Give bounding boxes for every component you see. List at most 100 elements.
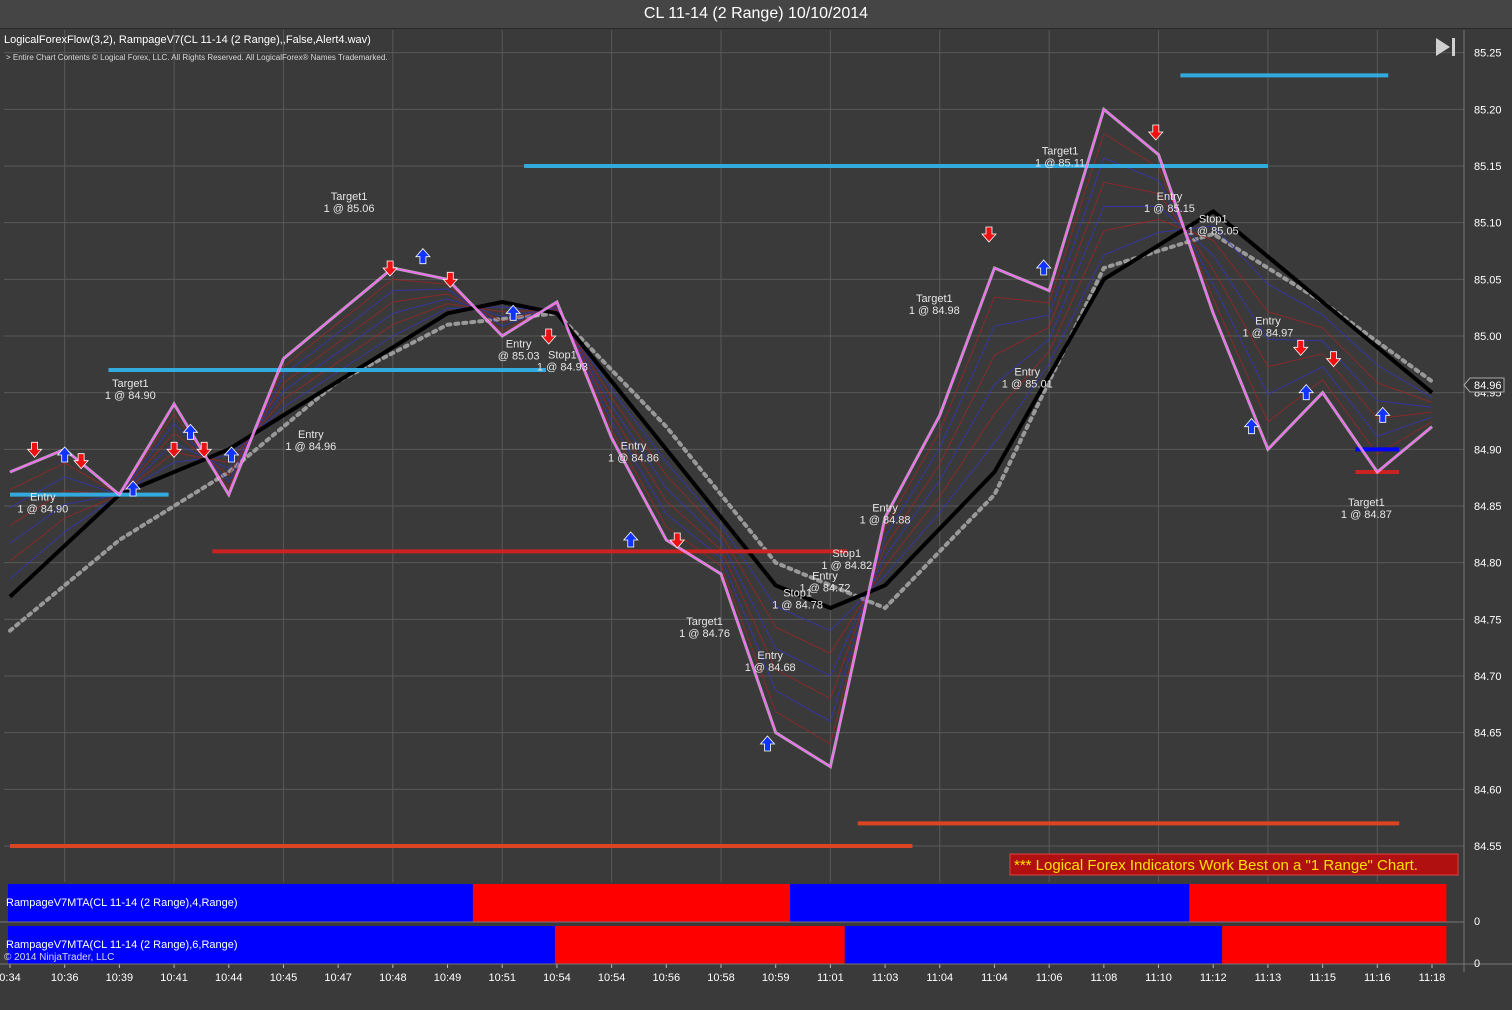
x-tick-label: 10:47 bbox=[324, 972, 352, 984]
x-tick-label: 10:39 bbox=[106, 972, 134, 984]
annotation-line: 1 @ 84.68 bbox=[745, 662, 796, 674]
annotation-line: 1 @ 84.98 bbox=[909, 305, 960, 317]
price-chart[interactable]: Entry 1 @ 84.90Target1 1 @ 84.90Entry 1 @ 8… bbox=[0, 28, 1512, 1010]
trade-annotation: Target1 1 @ 85.11 bbox=[1035, 146, 1085, 170]
annotation-line: Entry bbox=[1157, 191, 1183, 203]
y-axis: 85.2585.2085.1585.1085.0585.0084.9584.90… bbox=[1463, 30, 1502, 972]
annotation-line: 1 @ 84.72 bbox=[799, 583, 850, 595]
y-tick-label: 85.05 bbox=[1474, 274, 1502, 286]
x-tick-label: 10:48 bbox=[379, 972, 407, 984]
trade-annotation: Target1 1 @ 84.98 bbox=[909, 293, 960, 317]
chart-window: { "window": { "title": "CL 11-14 (2 Rang… bbox=[0, 0, 1512, 1010]
footer-copyright: © 2014 NinjaTrader, LLC bbox=[4, 952, 114, 963]
annotation-line: 1 @ 84.82 bbox=[821, 560, 872, 572]
annotation-line: Entry bbox=[872, 503, 898, 515]
mta-segment bbox=[790, 884, 1190, 922]
x-tick-label: 0:34 bbox=[0, 972, 21, 984]
annotation-line: 1 @ 85.06 bbox=[324, 203, 375, 215]
annotation-line: Stop1 bbox=[1199, 214, 1228, 226]
annotation-line: 1 @ 84.86 bbox=[608, 452, 659, 464]
annotation-line: Entry bbox=[757, 650, 783, 662]
price-badge-value: 84.96 bbox=[1474, 380, 1502, 392]
annotation-line: 1 @ 84.97 bbox=[1242, 328, 1293, 340]
annotation-line: Entry bbox=[1014, 367, 1040, 379]
annotation-line: Entry bbox=[30, 491, 56, 503]
panel-2-axis-value: 0 bbox=[1474, 958, 1480, 970]
annotation-line: 1 @ 84.93 bbox=[537, 362, 588, 374]
mta-segment bbox=[472, 884, 791, 922]
x-tick-label: 10:56 bbox=[653, 972, 681, 984]
annotation-line: 1 @ 84.90 bbox=[17, 503, 68, 515]
price-badge: 84.96 bbox=[1463, 377, 1505, 393]
window-title: CL 11-14 (2 Range) 10/10/2014 bbox=[0, 0, 1512, 29]
mta-segment bbox=[844, 926, 1223, 964]
x-tick-label: 11:16 bbox=[1364, 972, 1391, 984]
x-tick-label: 10:54 bbox=[598, 972, 626, 984]
mta-segment bbox=[554, 926, 845, 964]
x-tick-label: 11:04 bbox=[926, 972, 953, 984]
x-tick-label: 11:06 bbox=[1036, 972, 1063, 984]
y-tick-label: 85.15 bbox=[1474, 161, 1502, 173]
annotation-line: 1 @ 84.96 bbox=[285, 441, 336, 453]
x-tick-label: 10:36 bbox=[51, 972, 79, 984]
x-axis: 0:34 10:36 10:39 10:41 10:44 10:45 10:47 10:48 1… bbox=[0, 963, 1512, 984]
x-tick-label: 11:01 bbox=[817, 972, 844, 984]
x-tick-label: 10:58 bbox=[707, 972, 735, 984]
annotation-line: 1 @ 85.05 bbox=[1188, 226, 1239, 238]
x-tick-label: 11:04 bbox=[981, 972, 1008, 984]
annotation-line: Target1 bbox=[331, 191, 368, 203]
annotation-line: 1 @ 84.87 bbox=[1341, 509, 1392, 521]
annotation-line: 1 @ 84.90 bbox=[105, 390, 156, 402]
annotation-line: Target1 bbox=[686, 616, 723, 628]
x-tick-label: 10:59 bbox=[762, 972, 790, 984]
y-tick-label: 84.85 bbox=[1474, 501, 1502, 513]
x-tick-label: 10:49 bbox=[434, 972, 462, 984]
annotation-line: Entry bbox=[812, 571, 838, 583]
annotation-line: 1 @ 84.88 bbox=[860, 515, 911, 527]
annotation-line: Target1 bbox=[916, 293, 953, 305]
x-tick-label: 10:41 bbox=[160, 972, 188, 984]
x-tick-label: 11:10 bbox=[1145, 972, 1172, 984]
annotation-line: Target1 bbox=[112, 378, 149, 390]
annotation-line: 1 @ 84.76 bbox=[679, 628, 730, 640]
x-tick-label: 11:08 bbox=[1090, 972, 1117, 984]
y-tick-label: 85.00 bbox=[1474, 331, 1502, 343]
annotation-line: Stop1 bbox=[832, 548, 861, 560]
y-tick-label: 84.60 bbox=[1474, 784, 1502, 796]
x-tick-label: 11:18 bbox=[1419, 972, 1446, 984]
y-tick-label: 85.20 bbox=[1474, 104, 1502, 116]
annotation-line: @ 85.03 bbox=[498, 350, 540, 362]
annotation-line: Stop1 bbox=[548, 350, 577, 362]
x-tick-label: 10:44 bbox=[215, 972, 243, 984]
trade-annotation: Target1 1 @ 85.06 bbox=[324, 191, 375, 215]
x-tick-label: 10:51 bbox=[488, 972, 516, 984]
y-tick-label: 84.70 bbox=[1474, 671, 1502, 683]
panel-1-label: RampageV7MTA(CL 11-14 (2 Range),4,Range) bbox=[6, 897, 238, 909]
panel-2-label: RampageV7MTA(CL 11-14 (2 Range),6,Range) bbox=[6, 939, 238, 951]
y-tick-label: 84.80 bbox=[1474, 558, 1502, 570]
trade-annotation: Target1 1 @ 84.76 bbox=[679, 616, 730, 640]
panel-1-axis-value: 0 bbox=[1474, 916, 1480, 928]
x-tick-label: 11:13 bbox=[1255, 972, 1282, 984]
y-tick-label: 84.65 bbox=[1474, 728, 1502, 740]
annotation-line: Entry bbox=[621, 440, 647, 452]
annotation-line: Target1 bbox=[1042, 146, 1079, 158]
annotation-line: 1 @ 85.01 bbox=[1002, 379, 1053, 391]
x-tick-label: 10:54 bbox=[543, 972, 571, 984]
annotation-line: Entry bbox=[506, 338, 532, 350]
annotation-line: 1 @ 84.78 bbox=[772, 600, 823, 612]
y-tick-label: 84.75 bbox=[1474, 614, 1502, 626]
x-tick-label: 11:03 bbox=[872, 972, 899, 984]
x-tick-label: 10:45 bbox=[270, 972, 298, 984]
annotation-line: 1 @ 85.15 bbox=[1144, 203, 1195, 215]
indicator-label: LogicalForexFlow(3,2), RampageV7(CL 11-1… bbox=[4, 34, 371, 46]
mta-segment bbox=[1189, 884, 1447, 922]
copyright-notice: > Entire Chart Contents © Logical Forex,… bbox=[6, 53, 388, 62]
banner: *** Logical Forex Indicators Work Best o… bbox=[1009, 853, 1459, 876]
mta-segment bbox=[1222, 926, 1447, 964]
y-tick-label: 85.25 bbox=[1474, 48, 1502, 60]
trade-annotation: Target1 1 @ 84.90 bbox=[105, 378, 156, 402]
x-tick-label: 11:12 bbox=[1200, 972, 1227, 984]
annotation-line: 1 @ 85.11 bbox=[1035, 158, 1085, 170]
y-tick-label: 84.55 bbox=[1474, 841, 1502, 853]
